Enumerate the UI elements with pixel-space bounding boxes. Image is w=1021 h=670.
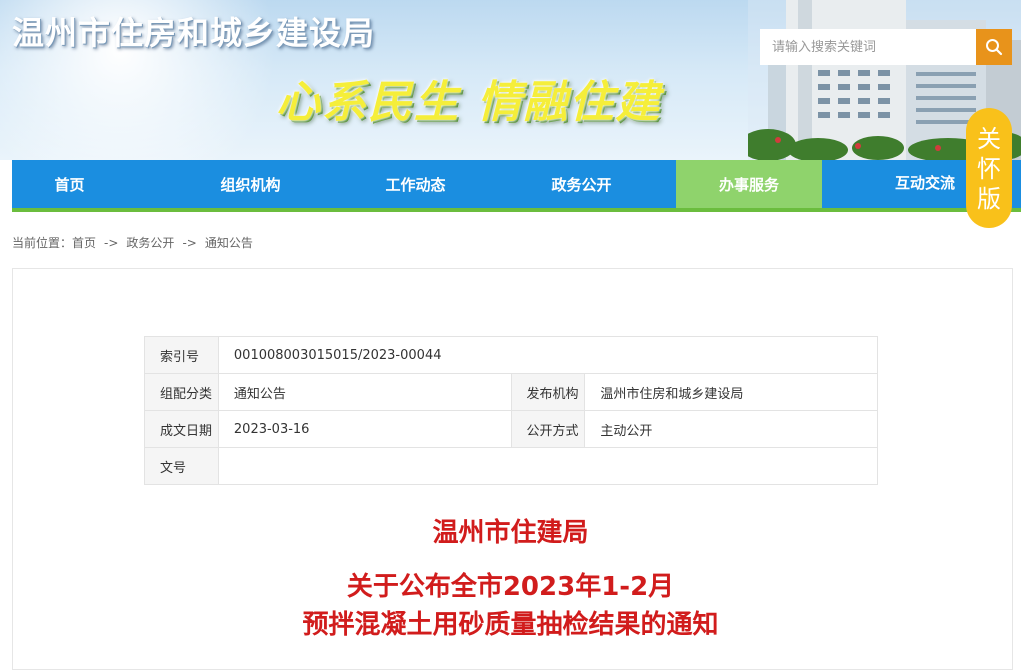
nav-item-work-news[interactable]: 工作动态 <box>343 160 488 208</box>
slogan: 心系民生 情融住建 <box>276 77 662 128</box>
article-title-line-2: 预拌混凝土用砂质量抽检结果的通知 <box>302 610 719 640</box>
article-title-line-1: 关于公布全市2023年1-2月 <box>346 572 675 602</box>
open-method-label: 公开方式 <box>510 410 586 448</box>
nav-underline <box>12 208 1021 212</box>
doc-number-value <box>217 447 879 485</box>
publisher-value: 温州市住房和城乡建设局 <box>584 373 878 411</box>
article-title: 关于公布全市2023年1-2月 预拌混凝土用砂质量抽检结果的通知 <box>0 568 1021 644</box>
breadcrumb-prefix: 当前位置： <box>12 236 73 250</box>
main-nav: 首页 组织机构 工作动态 政务公开 办事服务 互动交流 <box>12 160 1021 212</box>
table-row: 文号 <box>144 447 879 485</box>
breadcrumb: 当前位置：首页 -> 政务公开 -> 通知公告 <box>12 234 253 251</box>
index-label: 索引号 <box>144 336 219 374</box>
date-value: 2023-03-16 <box>217 410 512 448</box>
breadcrumb-separator: -> <box>104 236 119 250</box>
breadcrumb-notices[interactable]: 通知公告 <box>205 236 253 250</box>
care-mode-label-3: 版 <box>977 185 1001 213</box>
table-row: 成文日期 2023-03-16 公开方式 主动公开 <box>144 410 878 448</box>
open-method-value: 主动公开 <box>584 410 878 448</box>
nav-item-interaction[interactable]: 互动交流 <box>870 160 980 208</box>
care-mode-label-2: 怀 <box>977 155 1001 183</box>
search-button[interactable] <box>976 29 1012 65</box>
breadcrumb-government-affairs[interactable]: 政务公开 <box>126 236 174 250</box>
nav-item-home[interactable]: 首页 <box>12 160 127 208</box>
publisher-label: 发布机构 <box>510 373 586 411</box>
index-value: 001008003015015/2023-00044 <box>217 336 879 374</box>
nav-item-government-affairs[interactable]: 政务公开 <box>509 160 654 208</box>
search-input[interactable] <box>760 29 978 65</box>
breadcrumb-home[interactable]: 首页 <box>72 236 96 250</box>
site-title[interactable]: 温州市住房和城乡建设局 <box>12 8 375 54</box>
search-icon <box>986 39 1003 56</box>
care-mode-label-1: 关 <box>977 125 1001 153</box>
document-meta-table: 索引号 001008003015015/2023-00044 组配分类 通知公告… <box>144 336 879 485</box>
table-row: 索引号 001008003015015/2023-00044 <box>144 336 879 374</box>
category-value: 通知公告 <box>217 373 512 411</box>
date-label: 成文日期 <box>144 410 219 448</box>
doc-number-label: 文号 <box>144 447 219 485</box>
nav-item-organization[interactable]: 组织机构 <box>178 160 323 208</box>
search-box <box>760 29 1012 65</box>
table-row: 组配分类 通知公告 发布机构 温州市住房和城乡建设局 <box>144 373 878 411</box>
category-label: 组配分类 <box>144 373 219 411</box>
article-org: 温州市住建局 <box>432 518 589 548</box>
care-mode-button[interactable]: 关 怀 版 <box>966 108 1012 228</box>
breadcrumb-separator: -> <box>182 236 197 250</box>
nav-item-services[interactable]: 办事服务 <box>676 160 822 212</box>
header-banner: 温州市住房和城乡建设局 心系民生 情融住建 <box>0 0 1021 160</box>
